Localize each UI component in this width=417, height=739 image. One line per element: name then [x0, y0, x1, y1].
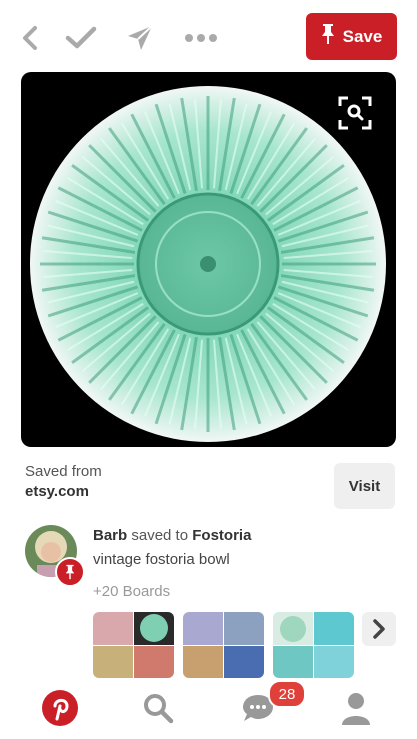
notification-badge: 28	[268, 680, 306, 708]
saved-to-text: saved to	[131, 527, 189, 544]
pushpin-icon	[321, 23, 335, 50]
profile-icon[interactable]	[336, 688, 376, 728]
chevron-right-icon[interactable]	[362, 612, 396, 646]
board-thumbnail[interactable]	[183, 612, 264, 678]
board-thumbnail[interactable]	[273, 612, 354, 678]
pin-info: Barb saved to Fostoria vintage fostoria …	[93, 527, 393, 600]
pin-description: vintage fostoria bowl	[93, 551, 230, 568]
bottom-nav	[0, 678, 417, 739]
board-thumbnails	[93, 612, 355, 678]
more-dots-icon[interactable]	[184, 22, 218, 54]
visit-button[interactable]: Visit	[334, 463, 395, 509]
save-button-label: Save	[342, 26, 383, 46]
back-chevron-icon[interactable]	[14, 22, 46, 54]
pin-image[interactable]	[21, 72, 396, 447]
send-icon[interactable]	[124, 22, 156, 54]
board-name[interactable]: Fostoria	[192, 527, 251, 544]
top-bar: Save	[0, 0, 417, 72]
pinterest-logo-icon[interactable]	[40, 688, 80, 728]
pinner-line: Barb saved to Fostoria	[93, 527, 393, 544]
checkmark-icon[interactable]	[65, 22, 97, 54]
source-domain[interactable]: etsy.com	[25, 483, 102, 500]
more-boards-label[interactable]: +20 Boards	[93, 583, 393, 600]
source-info: Saved from etsy.com	[25, 463, 102, 500]
board-thumbnail[interactable]	[93, 612, 174, 678]
save-button[interactable]: Save	[306, 13, 397, 60]
pin-badge-icon	[55, 557, 85, 587]
saved-from-label: Saved from	[25, 463, 102, 480]
visual-search-icon[interactable]	[338, 96, 372, 130]
pinner-name[interactable]: Barb	[93, 527, 127, 544]
search-icon[interactable]	[138, 688, 178, 728]
